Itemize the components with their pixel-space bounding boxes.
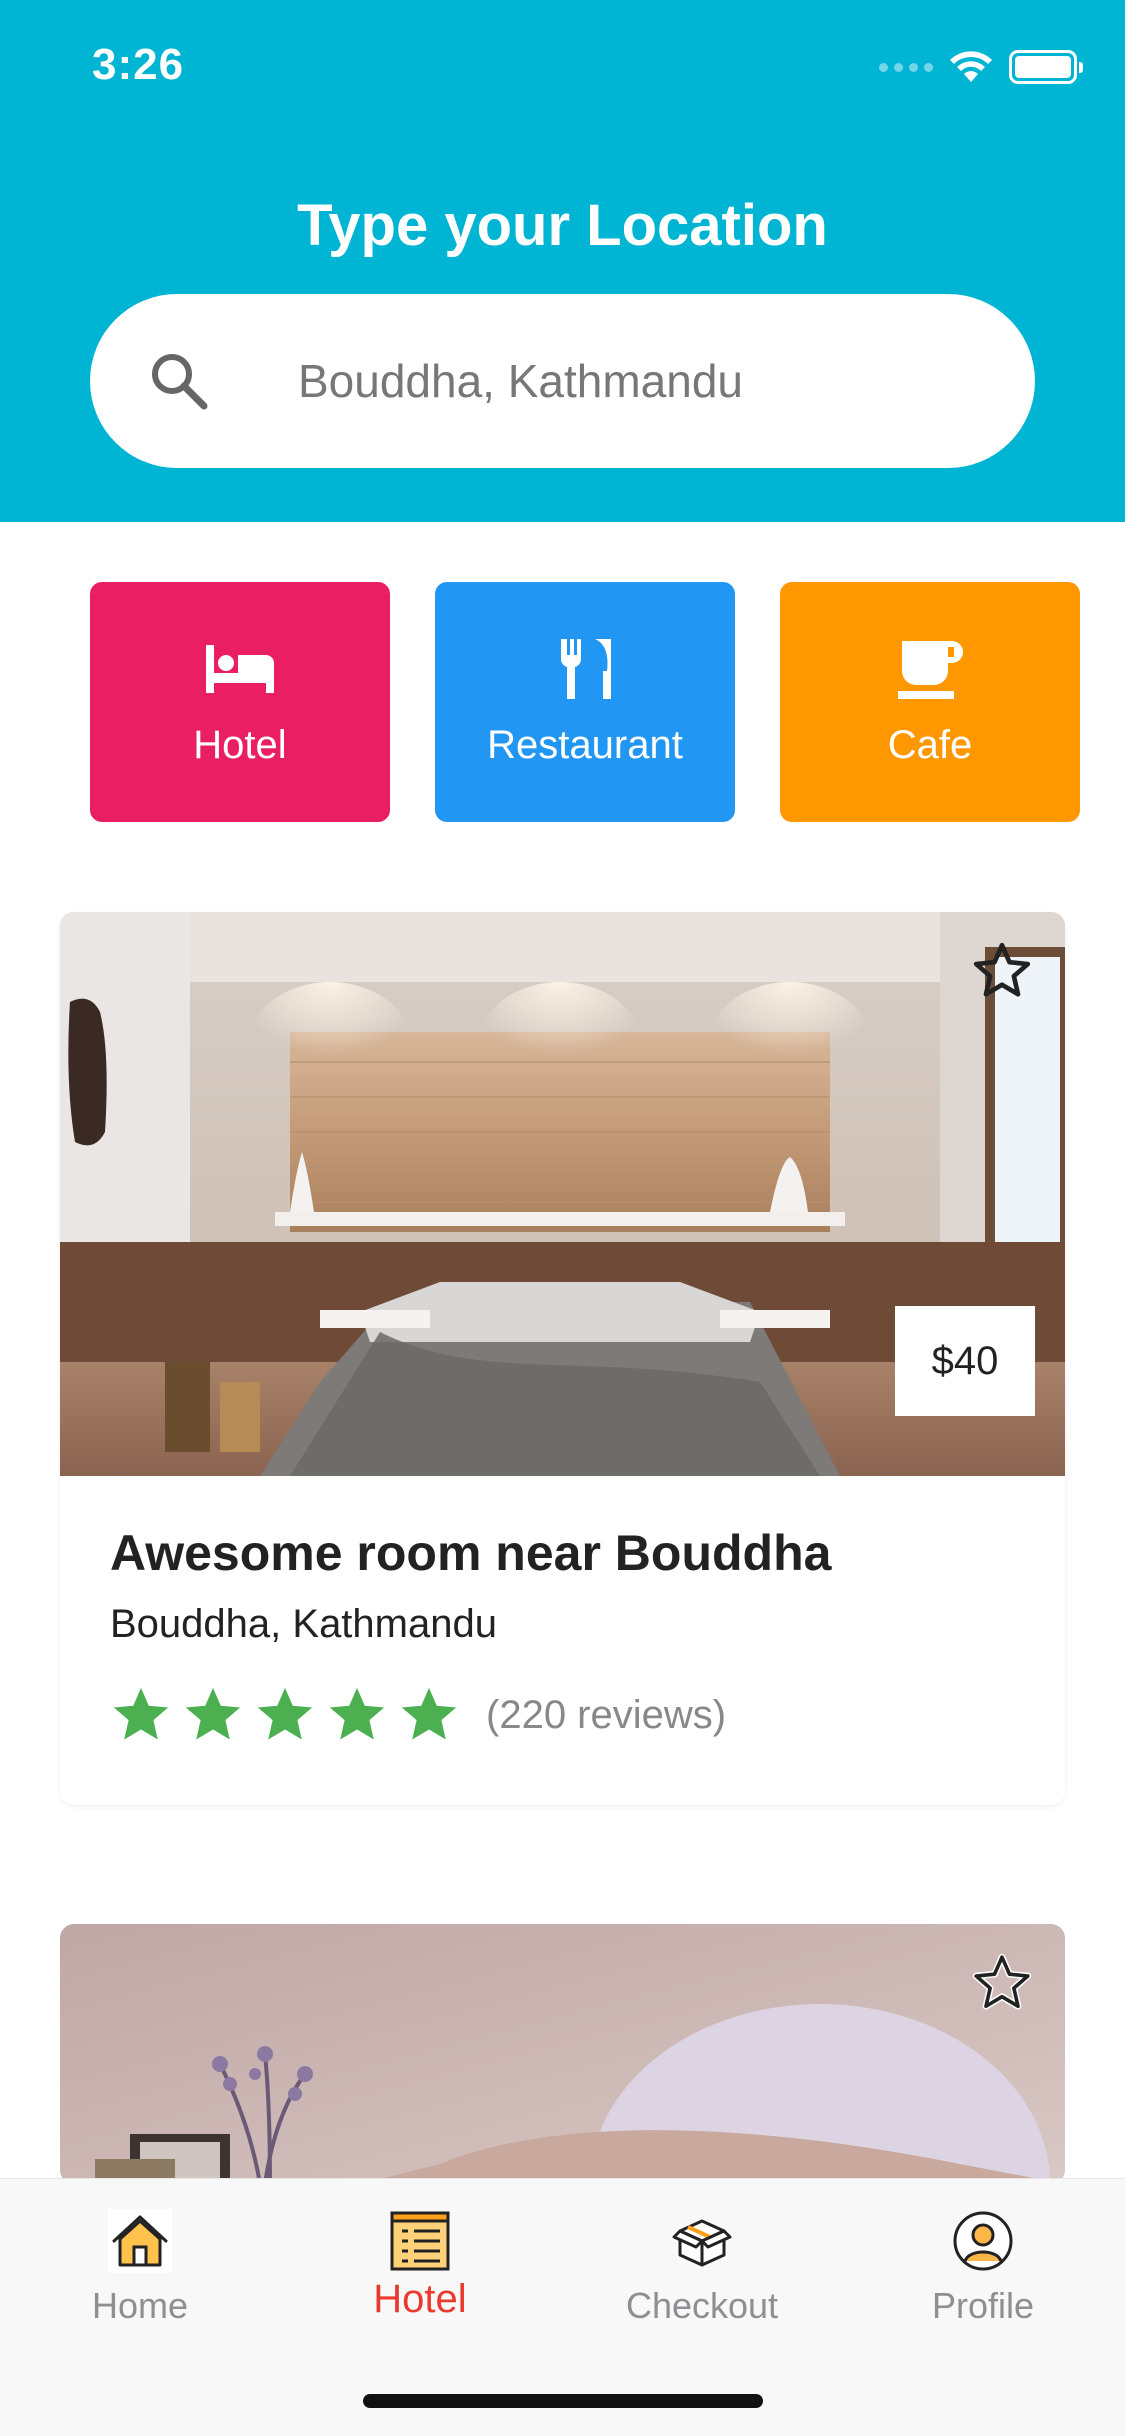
listing-location: Bouddha, Kathmandu	[110, 1602, 497, 1646]
nav-label: Home	[91, 2285, 189, 2326]
listing-card[interactable]: $40 Awesome room near Bouddha Bouddha, K…	[60, 912, 1065, 1805]
status-time: 3:26	[92, 40, 185, 89]
status-icons	[879, 50, 1083, 84]
price-badge: $40	[895, 1306, 1035, 1416]
listing-image	[60, 1924, 1065, 2184]
bed-icon	[206, 644, 274, 693]
wifi-icon	[950, 51, 992, 82]
page-title: Type your Location	[297, 193, 828, 258]
review-count: (220 reviews)	[486, 1692, 727, 1737]
category-label: Cafe	[887, 722, 973, 767]
rating-star-icon	[329, 1687, 385, 1740]
box-icon	[672, 2219, 732, 2267]
user-circle-icon	[953, 2211, 1013, 2271]
rating-star-icon	[113, 1687, 169, 1740]
category-label: Hotel	[193, 722, 287, 767]
signal-icon	[879, 62, 933, 72]
rating: (220 reviews)	[110, 1684, 726, 1746]
category-list: Hotel Restaurant Cafe	[90, 582, 1080, 822]
nav-item-hotel[interactable]: Hotel	[310, 2209, 530, 2322]
rating-star-icon	[401, 1687, 457, 1740]
header: 3:26 Type your Location	[0, 0, 1125, 522]
favorite-star-icon[interactable]	[971, 1952, 1033, 2014]
nav-label: Checkout	[625, 2285, 779, 2326]
listing-card[interactable]	[60, 1924, 1065, 2184]
nav-label: Hotel	[373, 2277, 467, 2321]
listing-title: Awesome room near Bouddha	[110, 1525, 832, 1581]
search-input[interactable]	[298, 334, 978, 428]
nav-label: Profile	[931, 2285, 1035, 2326]
bedroom-photo	[60, 1924, 1065, 2184]
category-label: Restaurant	[487, 722, 683, 767]
category-cafe-button[interactable]: Cafe	[780, 582, 1080, 822]
coffee-cup-icon	[898, 640, 963, 699]
nav-item-profile[interactable]: Profile	[873, 2209, 1093, 2327]
search-bar[interactable]	[90, 294, 1035, 468]
home-indicator	[363, 2394, 763, 2408]
listing-image: $40	[60, 912, 1065, 1476]
category-hotel-button[interactable]: Hotel	[90, 582, 390, 822]
category-restaurant-button[interactable]: Restaurant	[435, 582, 735, 822]
search-icon	[152, 354, 208, 410]
nav-item-checkout[interactable]: Checkout	[592, 2209, 812, 2327]
rating-star-icon	[185, 1687, 241, 1740]
nav-item-home[interactable]: Home	[30, 2209, 250, 2327]
rating-stars	[110, 1684, 460, 1746]
battery-icon	[1009, 50, 1083, 84]
favorite-star-icon[interactable]	[971, 940, 1033, 1002]
home-icon	[108, 2209, 172, 2273]
cutlery-icon	[560, 638, 611, 699]
hotel-list-icon	[390, 2211, 450, 2271]
rating-star-icon	[257, 1687, 313, 1740]
